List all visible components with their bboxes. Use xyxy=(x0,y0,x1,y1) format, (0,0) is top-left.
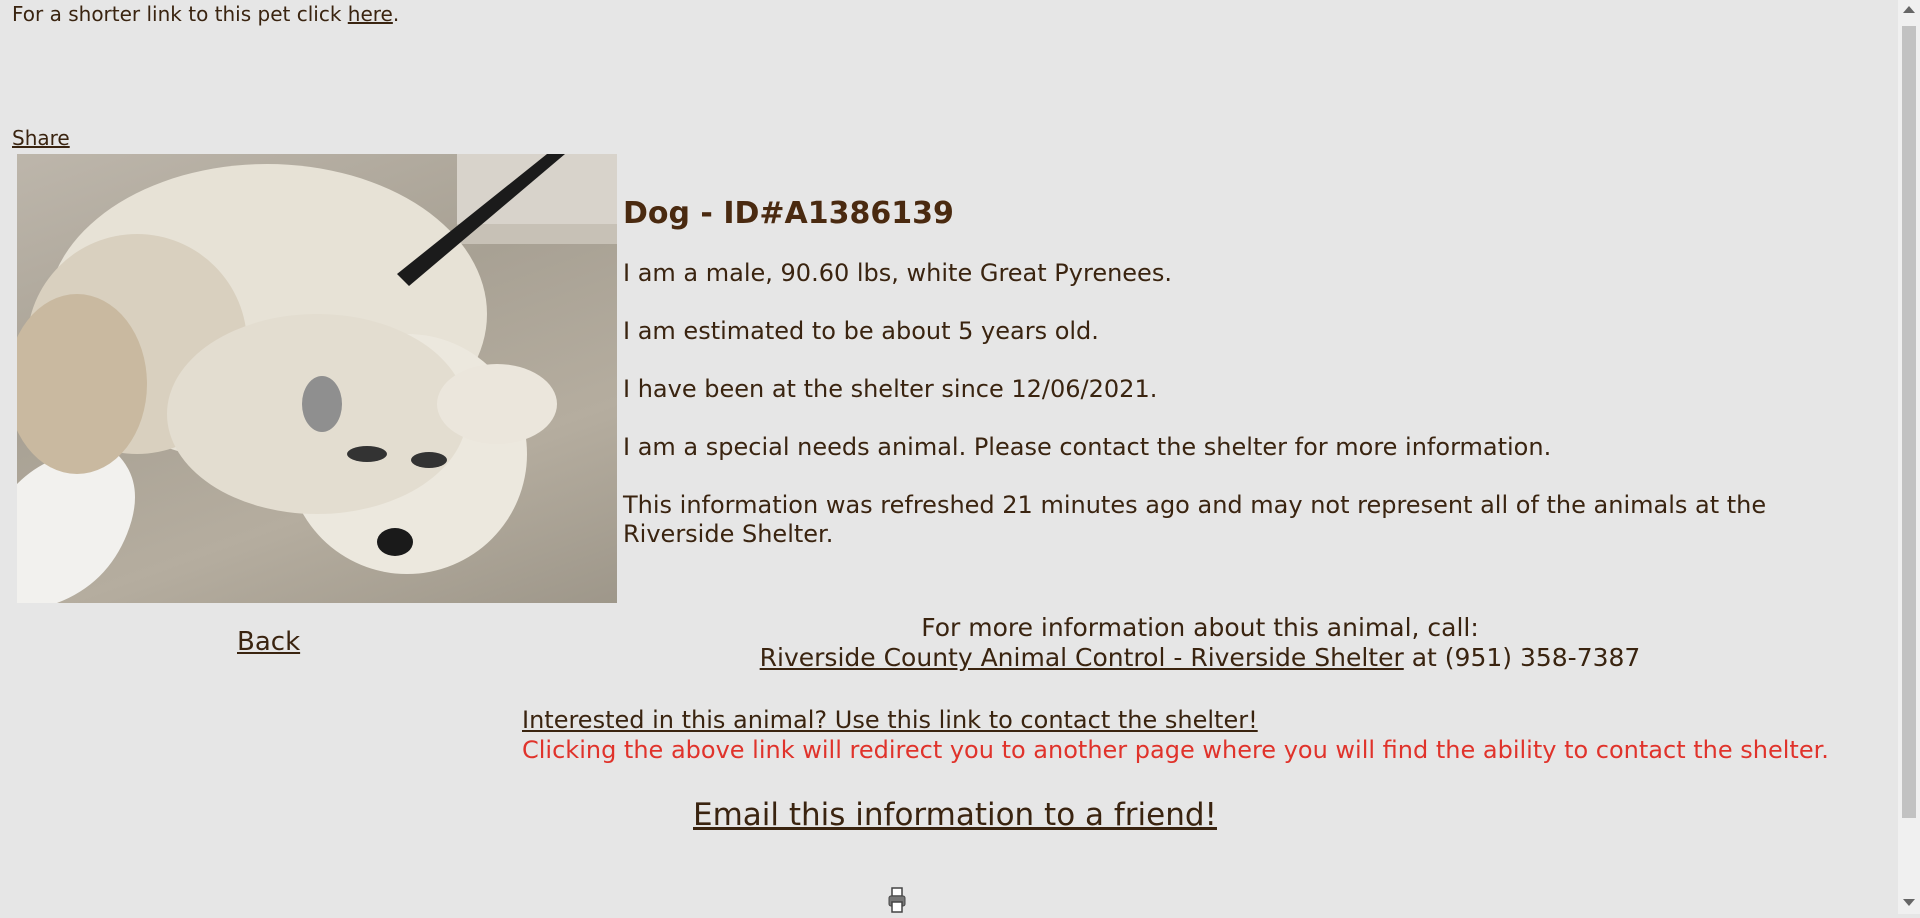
animal-details: Dog - ID#A1386139 I am a male, 90.60 lbs… xyxy=(623,196,1823,578)
pet-photo xyxy=(17,154,617,603)
short-link-line: For a shorter link to this pet click her… xyxy=(12,2,399,26)
interest-block: Interested in this animal? Use this link… xyxy=(522,705,1829,765)
scroll-down-arrow-icon[interactable] xyxy=(1903,899,1915,906)
animal-heading: Dog - ID#A1386139 xyxy=(623,196,954,231)
contact-info: For more information about this animal, … xyxy=(620,613,1780,673)
animal-age: I am estimated to be about 5 years old. xyxy=(623,317,1099,345)
refresh-note: This information was refreshed 21 minute… xyxy=(623,491,1767,548)
contact-shelter-link[interactable]: Interested in this animal? Use this link… xyxy=(522,706,1258,734)
contact-line: Riverside County Animal Control - Rivers… xyxy=(620,643,1780,673)
short-link-prefix: For a shorter link to this pet click xyxy=(12,2,348,26)
shelter-phone: at (951) 358-7387 xyxy=(1403,643,1641,672)
shelter-link[interactable]: Riverside County Animal Control - Rivers… xyxy=(760,643,1404,672)
print-icon[interactable] xyxy=(887,886,907,914)
back-link[interactable]: Back xyxy=(237,627,300,657)
short-link-suffix: . xyxy=(392,2,400,26)
animal-special-needs: I am a special needs animal. Please cont… xyxy=(623,433,1552,461)
scroll-thumb[interactable] xyxy=(1902,26,1916,818)
short-link-here[interactable]: here xyxy=(348,2,393,26)
share-link[interactable]: Share xyxy=(12,126,70,150)
contact-intro: For more information about this animal, … xyxy=(921,613,1479,642)
redirect-warning: Clicking the above link will redirect yo… xyxy=(522,736,1829,764)
vertical-scrollbar[interactable] xyxy=(1898,0,1920,914)
animal-intake-date: I have been at the shelter since 12/06/2… xyxy=(623,375,1158,403)
animal-sex-weight-breed: I am a male, 90.60 lbs, white Great Pyre… xyxy=(623,259,1172,287)
email-friend-link[interactable]: Email this information to a friend! xyxy=(693,797,1217,833)
scroll-up-arrow-icon[interactable] xyxy=(1903,6,1915,13)
